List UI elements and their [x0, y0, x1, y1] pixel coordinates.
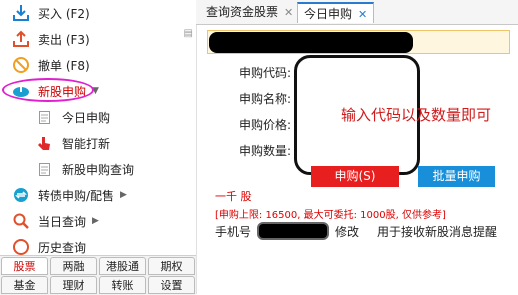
subscribe-limit-text: [申购上限: 16500, 最大可委托: 1000股, 仅供参考]	[215, 210, 446, 221]
sidebar-item-smart-subscribe[interactable]: 智能打新	[0, 130, 196, 156]
tab-query-funds-stocks[interactable]: 查询资金股票 ✕	[200, 2, 299, 23]
document-tab-bar: 查询资金股票 ✕ 今日申购 ✕	[196, 0, 518, 25]
search-icon	[10, 210, 32, 232]
sidebar-item-new-stock[interactable]: 新股申购 ▼	[0, 78, 196, 104]
bottom-tab-bar: 股票 两融 港股通 期权 基金 理财 转账 设置	[0, 255, 196, 295]
sidebar-collapse-icon[interactable]: ▤	[184, 28, 193, 39]
document-icon	[36, 106, 52, 128]
code-label: 申购代码:	[239, 66, 292, 80]
phone-number-field	[257, 222, 329, 240]
hint-annotation: 输入代码以及数量即可	[341, 106, 492, 124]
sidebar-item-buy[interactable]: 买入 (F2)	[0, 0, 196, 26]
sidebar-item-today-subscribe[interactable]: 今日申购	[0, 104, 196, 130]
tab-options[interactable]: 期权	[148, 257, 195, 275]
tab-today-subscribe[interactable]: 今日申购 ✕	[297, 2, 375, 23]
sidebar-item-label: 历史查询	[38, 240, 87, 255]
cancel-circle-icon	[10, 54, 32, 76]
tab-wealth[interactable]: 理财	[50, 276, 97, 294]
tab-settings[interactable]: 设置	[148, 276, 195, 294]
sidebar-item-subscribe-query[interactable]: 新股申购查询	[0, 156, 196, 182]
sidebar-item-cancel[interactable]: 撤单 (F8)	[0, 52, 196, 78]
sidebar-item-label: 新股申购	[38, 84, 87, 99]
sidebar-item-label: 卖出 (F3)	[38, 32, 90, 47]
quantity-label: 申购数量:	[239, 144, 292, 158]
download-arrow-icon	[10, 2, 32, 24]
redaction-mark	[209, 32, 413, 53]
chevron-down-icon: ▼	[92, 86, 99, 96]
modify-phone-link[interactable]: 修改	[335, 223, 359, 240]
phone-description: 用于接收新股消息提醒	[377, 225, 498, 239]
tab-label: 今日申购	[304, 7, 353, 21]
close-icon[interactable]: ✕	[284, 6, 293, 19]
price-label: 申购价格:	[239, 118, 292, 132]
new-stock-icon	[10, 80, 32, 102]
sidebar-item-sell[interactable]: 卖出 (F3)	[0, 26, 196, 52]
subscribe-button[interactable]: 申购(S)	[311, 166, 399, 187]
exchange-icon	[10, 184, 32, 206]
tab-margin[interactable]: 两融	[50, 257, 97, 275]
name-label: 申购名称:	[239, 92, 292, 106]
sidebar-item-label: 新股申购查询	[62, 162, 135, 177]
chevron-right-icon: ▶	[92, 216, 99, 226]
quantity-unit: 一千 股	[215, 190, 252, 203]
sidebar-item-label: 转债申购/配售	[38, 188, 115, 203]
sidebar-item-label: 智能打新	[62, 136, 111, 151]
tab-transfer[interactable]: 转账	[99, 276, 146, 294]
tab-stocks[interactable]: 股票	[1, 257, 48, 275]
batch-subscribe-button[interactable]: 批量申购	[418, 166, 495, 187]
sidebar-item-label: 当日查询	[38, 214, 87, 229]
document-icon	[36, 158, 52, 180]
tab-hk-connect[interactable]: 港股通	[99, 257, 146, 275]
chevron-right-icon: ▶	[120, 190, 127, 200]
sidebar-item-convertible-bond[interactable]: 转债申购/配售 ▶	[0, 182, 196, 208]
sidebar-item-today-query[interactable]: 当日查询 ▶	[0, 208, 196, 234]
phone-label: 手机号	[215, 225, 252, 239]
sidebar-item-label: 买入 (F2)	[38, 6, 90, 21]
tab-label: 查询资金股票	[206, 5, 279, 19]
subscribe-panel: 申购代码: 申购名称: 申购价格: 申购数量: 输入代码以及数量即可 申购(S)…	[196, 25, 518, 294]
upload-arrow-icon	[10, 28, 32, 50]
sidebar: 买入 (F2) 卖出 (F3) ▤ 撤单 (F8) 新股申购 ▼ 今日申购 智能…	[0, 0, 196, 295]
sidebar-item-label: 今日申购	[62, 110, 111, 125]
tab-funds[interactable]: 基金	[1, 276, 48, 294]
close-icon[interactable]: ✕	[358, 8, 367, 21]
sidebar-item-label: 撤单 (F8)	[38, 58, 90, 73]
finger-tap-icon	[36, 132, 52, 154]
